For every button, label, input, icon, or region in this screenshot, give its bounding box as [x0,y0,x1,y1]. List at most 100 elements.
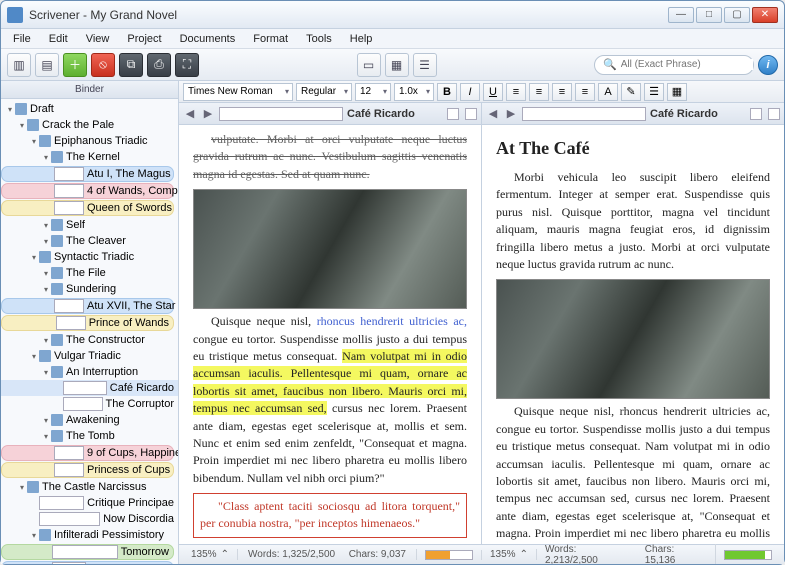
folder-icon [15,103,27,115]
tree-item[interactable]: ▾Crack the Pale [1,117,178,133]
split-h-icon[interactable] [750,108,762,120]
doc-icon [54,299,84,313]
split-v-icon[interactable] [768,108,780,120]
inspector-button[interactable]: i [758,55,778,75]
tree-item[interactable]: ▾The Tomb [1,428,178,444]
tree-item[interactable]: Atu I, The Magus [1,166,174,182]
restore-button[interactable]: □ [696,7,722,23]
menu-file[interactable]: File [5,31,39,47]
align-right-button[interactable]: ≡ [552,83,572,101]
toolbar: ▥ ▤ ＋ ⦸ ⧉ ⎙ ⛶ ▭ ▦ ☰ 🔍 i [1,49,784,81]
tree-item[interactable]: ▾Draft [1,101,178,117]
tree-item[interactable]: ▾Epiphanous Triadic [1,133,178,149]
folder-icon [39,350,51,362]
tree-item[interactable]: Queen of Swords [1,200,174,216]
menu-tools[interactable]: Tools [298,31,340,47]
font-style-select[interactable]: Regular [296,83,352,101]
tree-item[interactable]: 4 of Wands, Completion [1,183,174,199]
binder-toggle-button[interactable]: ▥ [7,53,31,77]
tree-item-label: Infilteradi Pessimistory [54,529,164,541]
tree-item-label: Syntactic Triadic [54,251,134,263]
align-justify-button[interactable]: ≡ [575,83,595,101]
tree-item[interactable]: ▾Vulgar Triadic [1,348,178,364]
view-single-button[interactable]: ▭ [357,53,381,77]
search-box[interactable]: 🔍 [594,55,754,75]
editor-left[interactable]: vulputate. Morbi at orci vulputate neque… [179,125,481,544]
menu-project[interactable]: Project [119,31,169,47]
snapshot-button[interactable]: ⎙ [147,53,171,77]
underline-button[interactable]: U [483,83,503,101]
tree-item-label: The Cleaver [66,235,126,247]
charcount-left: Chars: 9,037 [349,549,406,560]
collection-button[interactable]: ▤ [35,53,59,77]
tree-item[interactable]: Atu XVII, The Star [1,298,174,314]
binder-tree[interactable]: ▾Draft▾Crack the Pale▾Epiphanous Triadic… [1,99,178,564]
tree-item-label: 9 of Cups, Happiness [87,447,178,459]
tree-item[interactable]: ▾The File [1,265,178,281]
menu-edit[interactable]: Edit [41,31,76,47]
search-input[interactable] [621,59,753,70]
tree-item[interactable]: ▾The Cleaver [1,233,178,249]
text-color-button[interactable]: A [598,83,618,101]
line-spacing-select[interactable]: 1.0x [394,83,434,101]
menu-view[interactable]: View [78,31,118,47]
tree-item[interactable]: ▾Awakening [1,412,178,428]
tree-item[interactable]: 9 of Cups, Happiness [1,445,174,461]
menu-help[interactable]: Help [342,31,381,47]
editor-right[interactable]: At The Café Morbi vehicula leo suscipit … [482,125,784,544]
tree-item[interactable]: ▾The Constructor [1,332,178,348]
list-button[interactable]: ☰ [644,83,664,101]
tree-item[interactable]: Critique Principae [1,495,178,511]
highlight-button[interactable]: ✎ [621,83,641,101]
nav-back-icon[interactable]: ◀ [486,107,500,120]
zoom-left[interactable]: 135%⌃ [183,549,238,560]
tree-item[interactable]: ▾An Interruption [1,364,178,380]
image-placeholder [193,189,467,309]
tree-item[interactable]: The Corruptor [1,396,178,412]
view-cork-button[interactable]: ▦ [385,53,409,77]
fullscreen-button[interactable]: ⛶ [175,53,199,77]
table-button[interactable]: ▦ [667,83,687,101]
tree-item-label: The Corruptor [106,398,174,410]
tree-item[interactable]: ▾The Kernel [1,149,178,165]
pane-title[interactable]: Café Ricardo [347,108,441,120]
italic-button[interactable]: I [460,83,480,101]
close-button[interactable]: ✕ [752,7,778,23]
tree-item[interactable]: ▾Infilteradi Pessimistory [1,527,178,543]
folder-icon [51,151,63,163]
pane-title[interactable]: Café Ricardo [650,108,744,120]
pane-header-left: ◀ ▶ Café Ricardo [179,103,481,125]
zoom-right[interactable]: 135%⌃ [482,549,537,560]
split-h-icon[interactable] [447,108,459,120]
view-outline-button[interactable]: ☰ [413,53,437,77]
wordcount-right: Words: 2,213/2,500 [545,544,631,565]
minimize-button[interactable]: — [668,7,694,23]
menu-format[interactable]: Format [245,31,296,47]
doc-icon [219,107,343,121]
tree-item[interactable]: ▾The Castle Narcissus [1,479,178,495]
add-button[interactable]: ＋ [63,53,87,77]
tree-item[interactable]: Journal: Vessels [1,561,174,564]
nav-back-icon[interactable]: ◀ [183,107,197,120]
tree-item[interactable]: ▾Syntactic Triadic [1,249,178,265]
maximize-button[interactable]: ▢ [724,7,750,23]
tree-item[interactable]: Prince of Wands [1,315,174,331]
menu-documents[interactable]: Documents [172,31,244,47]
nav-fwd-icon[interactable]: ▶ [201,107,215,120]
font-select[interactable]: Times New Roman [183,83,293,101]
nav-fwd-icon[interactable]: ▶ [504,107,518,120]
font-size-select[interactable]: 12 [355,83,391,101]
split-v-icon[interactable] [465,108,477,120]
keywords-button[interactable]: ⧉ [119,53,143,77]
tree-item[interactable]: Princess of Cups [1,462,174,478]
tree-item[interactable]: Tomorrow [1,544,174,560]
delete-button[interactable]: ⦸ [91,53,115,77]
tree-item[interactable]: Café Ricardo [1,380,178,396]
align-center-button[interactable]: ≡ [529,83,549,101]
tree-item[interactable]: ▾Sundering [1,281,178,297]
tree-item[interactable]: Now Discordia [1,511,178,527]
bold-button[interactable]: B [437,83,457,101]
align-left-button[interactable]: ≡ [506,83,526,101]
tree-item[interactable]: ▾Self [1,217,178,233]
doc-icon [63,397,103,411]
